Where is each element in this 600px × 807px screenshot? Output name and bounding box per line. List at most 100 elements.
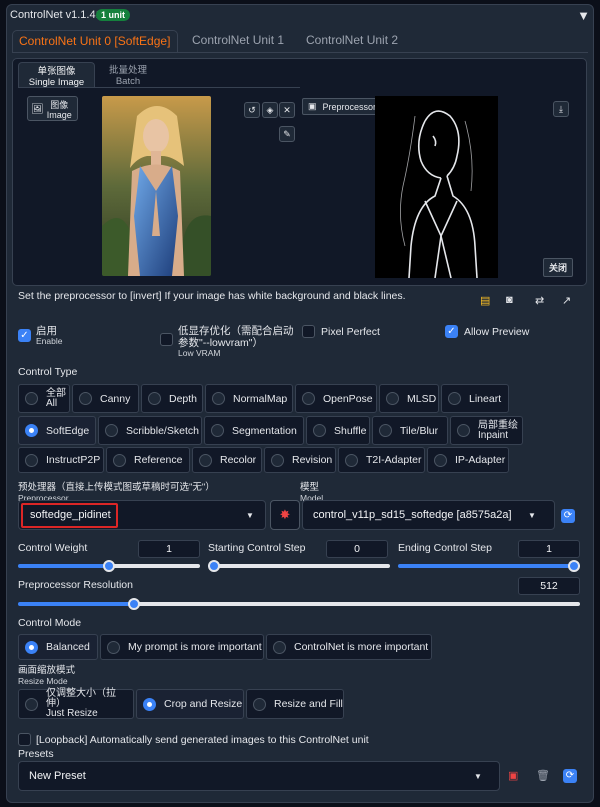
radio[interactable] bbox=[448, 392, 461, 405]
loopback-checkbox[interactable] bbox=[18, 733, 31, 746]
run-preprocessor-icon[interactable]: ✸ bbox=[270, 500, 300, 530]
control-type-ip-adapter[interactable]: IP-Adapter bbox=[427, 447, 509, 473]
slider-thumb[interactable] bbox=[128, 598, 140, 610]
pixel-perfect-checkbox[interactable] bbox=[302, 325, 315, 338]
control-type-lineart[interactable]: Lineart bbox=[441, 384, 509, 413]
radio[interactable] bbox=[79, 392, 92, 405]
resize-mode-fill[interactable]: Resize and Fill bbox=[246, 689, 344, 719]
collapse-triangle-icon[interactable]: ▼ bbox=[577, 8, 590, 23]
radio[interactable] bbox=[271, 453, 284, 467]
control-type-openpose[interactable]: OpenPose bbox=[295, 384, 377, 413]
resize-mode-crop[interactable]: Crop and Resize bbox=[136, 689, 244, 719]
uploaded-image[interactable] bbox=[102, 96, 211, 276]
radio[interactable] bbox=[434, 453, 447, 467]
enable-checkbox[interactable]: ✓ bbox=[18, 329, 31, 342]
inner-tab-divider bbox=[18, 87, 300, 88]
save-preset-icon[interactable]: ▣ bbox=[508, 769, 518, 782]
control-type-inpaint[interactable]: 局部重绘 Inpaint bbox=[450, 416, 523, 445]
delete-preset-icon[interactable]: 🗑 bbox=[536, 769, 550, 782]
scribble-label: Scribble/Sketch bbox=[126, 424, 199, 437]
radio[interactable] bbox=[302, 392, 315, 405]
refresh-presets-icon[interactable]: ⟳ bbox=[563, 769, 577, 783]
slider-track-filled bbox=[398, 564, 574, 568]
allow-preview-checkbox[interactable]: ✓ bbox=[445, 325, 458, 338]
preprocessor-resolution-slider[interactable] bbox=[18, 597, 580, 611]
model-dropdown[interactable]: control_v11p_sd15_softedge [a8575a2a] bbox=[302, 500, 555, 530]
eraser-icon[interactable]: ◈ bbox=[262, 102, 278, 118]
tab-unit-1[interactable]: ControlNet Unit 1 bbox=[186, 30, 290, 53]
radio[interactable] bbox=[105, 424, 118, 437]
brush-icon[interactable]: ✎ bbox=[279, 126, 295, 142]
control-mode-prompt[interactable]: My prompt is more important bbox=[100, 634, 264, 660]
preprocessor-resolution-value[interactable]: 512 bbox=[518, 577, 580, 595]
radio[interactable] bbox=[25, 697, 38, 711]
new-canvas-icon[interactable]: ▤ bbox=[480, 294, 490, 307]
control-type-tile-blur[interactable]: Tile/Blur bbox=[372, 416, 448, 445]
radio[interactable] bbox=[313, 424, 326, 437]
slider-thumb[interactable] bbox=[568, 560, 580, 572]
undo-icon[interactable]: ↺ bbox=[244, 102, 260, 118]
radio[interactable] bbox=[379, 424, 392, 437]
radio[interactable] bbox=[25, 640, 38, 654]
send-dimensions-icon[interactable]: ↗ bbox=[562, 294, 571, 307]
close-icon[interactable]: ✕ bbox=[279, 102, 295, 118]
control-weight-slider[interactable] bbox=[18, 559, 200, 573]
tab-single-image[interactable]: 单张图像 Single Image bbox=[18, 62, 95, 88]
tab-unit-0[interactable]: ControlNet Unit 0 [SoftEdge] bbox=[12, 30, 178, 53]
chevron-down-icon[interactable]: ▼ bbox=[528, 511, 536, 520]
tab-batch[interactable]: 批量处理 Batch bbox=[99, 65, 157, 87]
resize-mode-just-resize[interactable]: 仅调整大小（拉伸） Just Resize bbox=[18, 689, 134, 719]
image-input-area bbox=[12, 58, 587, 286]
radio[interactable] bbox=[107, 640, 120, 654]
radio[interactable] bbox=[212, 392, 225, 405]
preprocessor-value[interactable]: softedge_pidinet bbox=[21, 503, 118, 528]
starting-step-value[interactable]: 0 bbox=[326, 540, 388, 558]
radio[interactable] bbox=[345, 453, 358, 467]
control-type-all[interactable]: 全部 All bbox=[18, 384, 70, 413]
radio[interactable] bbox=[386, 392, 399, 405]
control-mode-controlnet[interactable]: ControlNet is more important bbox=[266, 634, 432, 660]
control-type-shuffle[interactable]: Shuffle bbox=[306, 416, 370, 445]
chevron-down-icon[interactable]: ▼ bbox=[474, 772, 482, 781]
radio[interactable] bbox=[457, 424, 470, 437]
radio[interactable] bbox=[148, 392, 161, 405]
radio[interactable] bbox=[25, 392, 38, 405]
control-type-reference[interactable]: Reference bbox=[106, 447, 190, 473]
swap-icon[interactable]: ⇄ bbox=[535, 294, 544, 307]
control-type-softedge[interactable]: SoftEdge bbox=[18, 416, 96, 445]
control-type-scribble[interactable]: Scribble/Sketch bbox=[98, 416, 202, 445]
control-type-canny[interactable]: Canny bbox=[72, 384, 139, 413]
low-vram-checkbox[interactable] bbox=[160, 333, 173, 346]
slider-thumb[interactable] bbox=[103, 560, 115, 572]
camera-icon[interactable]: ◙ bbox=[506, 294, 513, 306]
radio[interactable] bbox=[211, 424, 224, 437]
control-type-mlsd[interactable]: MLSD bbox=[379, 384, 439, 413]
control-type-recolor[interactable]: Recolor bbox=[192, 447, 262, 473]
radio[interactable] bbox=[25, 424, 38, 437]
presets-dropdown[interactable]: New Preset bbox=[18, 761, 500, 791]
control-weight-value[interactable]: 1 bbox=[138, 540, 200, 558]
radio[interactable] bbox=[113, 453, 126, 467]
radio[interactable] bbox=[199, 453, 212, 467]
download-icon[interactable]: ⤓ bbox=[553, 101, 569, 117]
starting-step-slider[interactable] bbox=[208, 559, 390, 573]
control-type-depth[interactable]: Depth bbox=[141, 384, 203, 413]
radio[interactable] bbox=[143, 697, 156, 711]
control-type-t2i-adapter[interactable]: T2I-Adapter bbox=[338, 447, 425, 473]
controlnet-label: ControlNet is more important bbox=[294, 641, 429, 653]
ending-step-value[interactable]: 1 bbox=[518, 540, 580, 558]
radio[interactable] bbox=[25, 453, 38, 467]
radio[interactable] bbox=[273, 640, 286, 654]
slider-thumb[interactable] bbox=[208, 560, 220, 572]
control-type-segmentation[interactable]: Segmentation bbox=[204, 416, 304, 445]
close-preview-button[interactable]: 关闭 bbox=[543, 258, 574, 277]
ending-step-slider[interactable] bbox=[398, 559, 580, 573]
chevron-down-icon[interactable]: ▼ bbox=[246, 511, 254, 520]
radio[interactable] bbox=[253, 697, 266, 711]
refresh-models-icon[interactable]: ⟳ bbox=[561, 509, 575, 523]
control-type-revision[interactable]: Revision bbox=[264, 447, 336, 473]
control-mode-balanced[interactable]: Balanced bbox=[18, 634, 98, 660]
tab-unit-2[interactable]: ControlNet Unit 2 bbox=[300, 30, 404, 53]
control-type-instructp2p[interactable]: InstructP2P bbox=[18, 447, 104, 473]
control-type-normalmap[interactable]: NormalMap bbox=[205, 384, 293, 413]
